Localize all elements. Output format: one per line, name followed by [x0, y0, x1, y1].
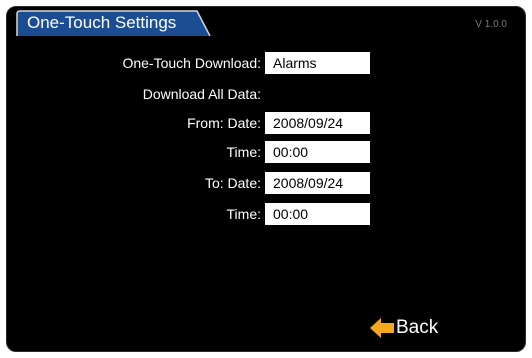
download-label: One-Touch Download: [122, 55, 261, 71]
page-title: One-Touch Settings [27, 13, 177, 32]
from-date-field[interactable] [265, 112, 370, 134]
from-time-field[interactable] [265, 141, 370, 163]
version-label: V 1.0.0 [475, 19, 507, 30]
download-field[interactable] [265, 52, 370, 74]
back-button[interactable]: Back [369, 316, 438, 340]
to-time-field[interactable] [265, 203, 370, 225]
settings-screen: One-Touch Settings V 1.0.0 One-Touch Dow… [6, 6, 526, 352]
from-time-row: Time: [7, 141, 525, 163]
to-date-row: To: Date: [7, 172, 525, 194]
back-label: Back [396, 317, 439, 338]
to-time-row: Time: [7, 203, 525, 225]
to-time-label: Time: [226, 206, 261, 222]
title-tab: One-Touch Settings [15, 10, 211, 36]
from-date-label: From: Date: [187, 115, 261, 131]
arrow-left-icon [370, 318, 394, 338]
all-data-row: Download All Data: [7, 83, 525, 105]
from-time-label: Time: [226, 144, 261, 160]
all-data-label: Download All Data: [142, 86, 261, 102]
from-date-row: From: Date: [7, 112, 525, 134]
to-date-field[interactable] [265, 172, 370, 194]
download-row: One-Touch Download: [7, 52, 525, 74]
to-date-label: To: Date: [204, 175, 261, 191]
